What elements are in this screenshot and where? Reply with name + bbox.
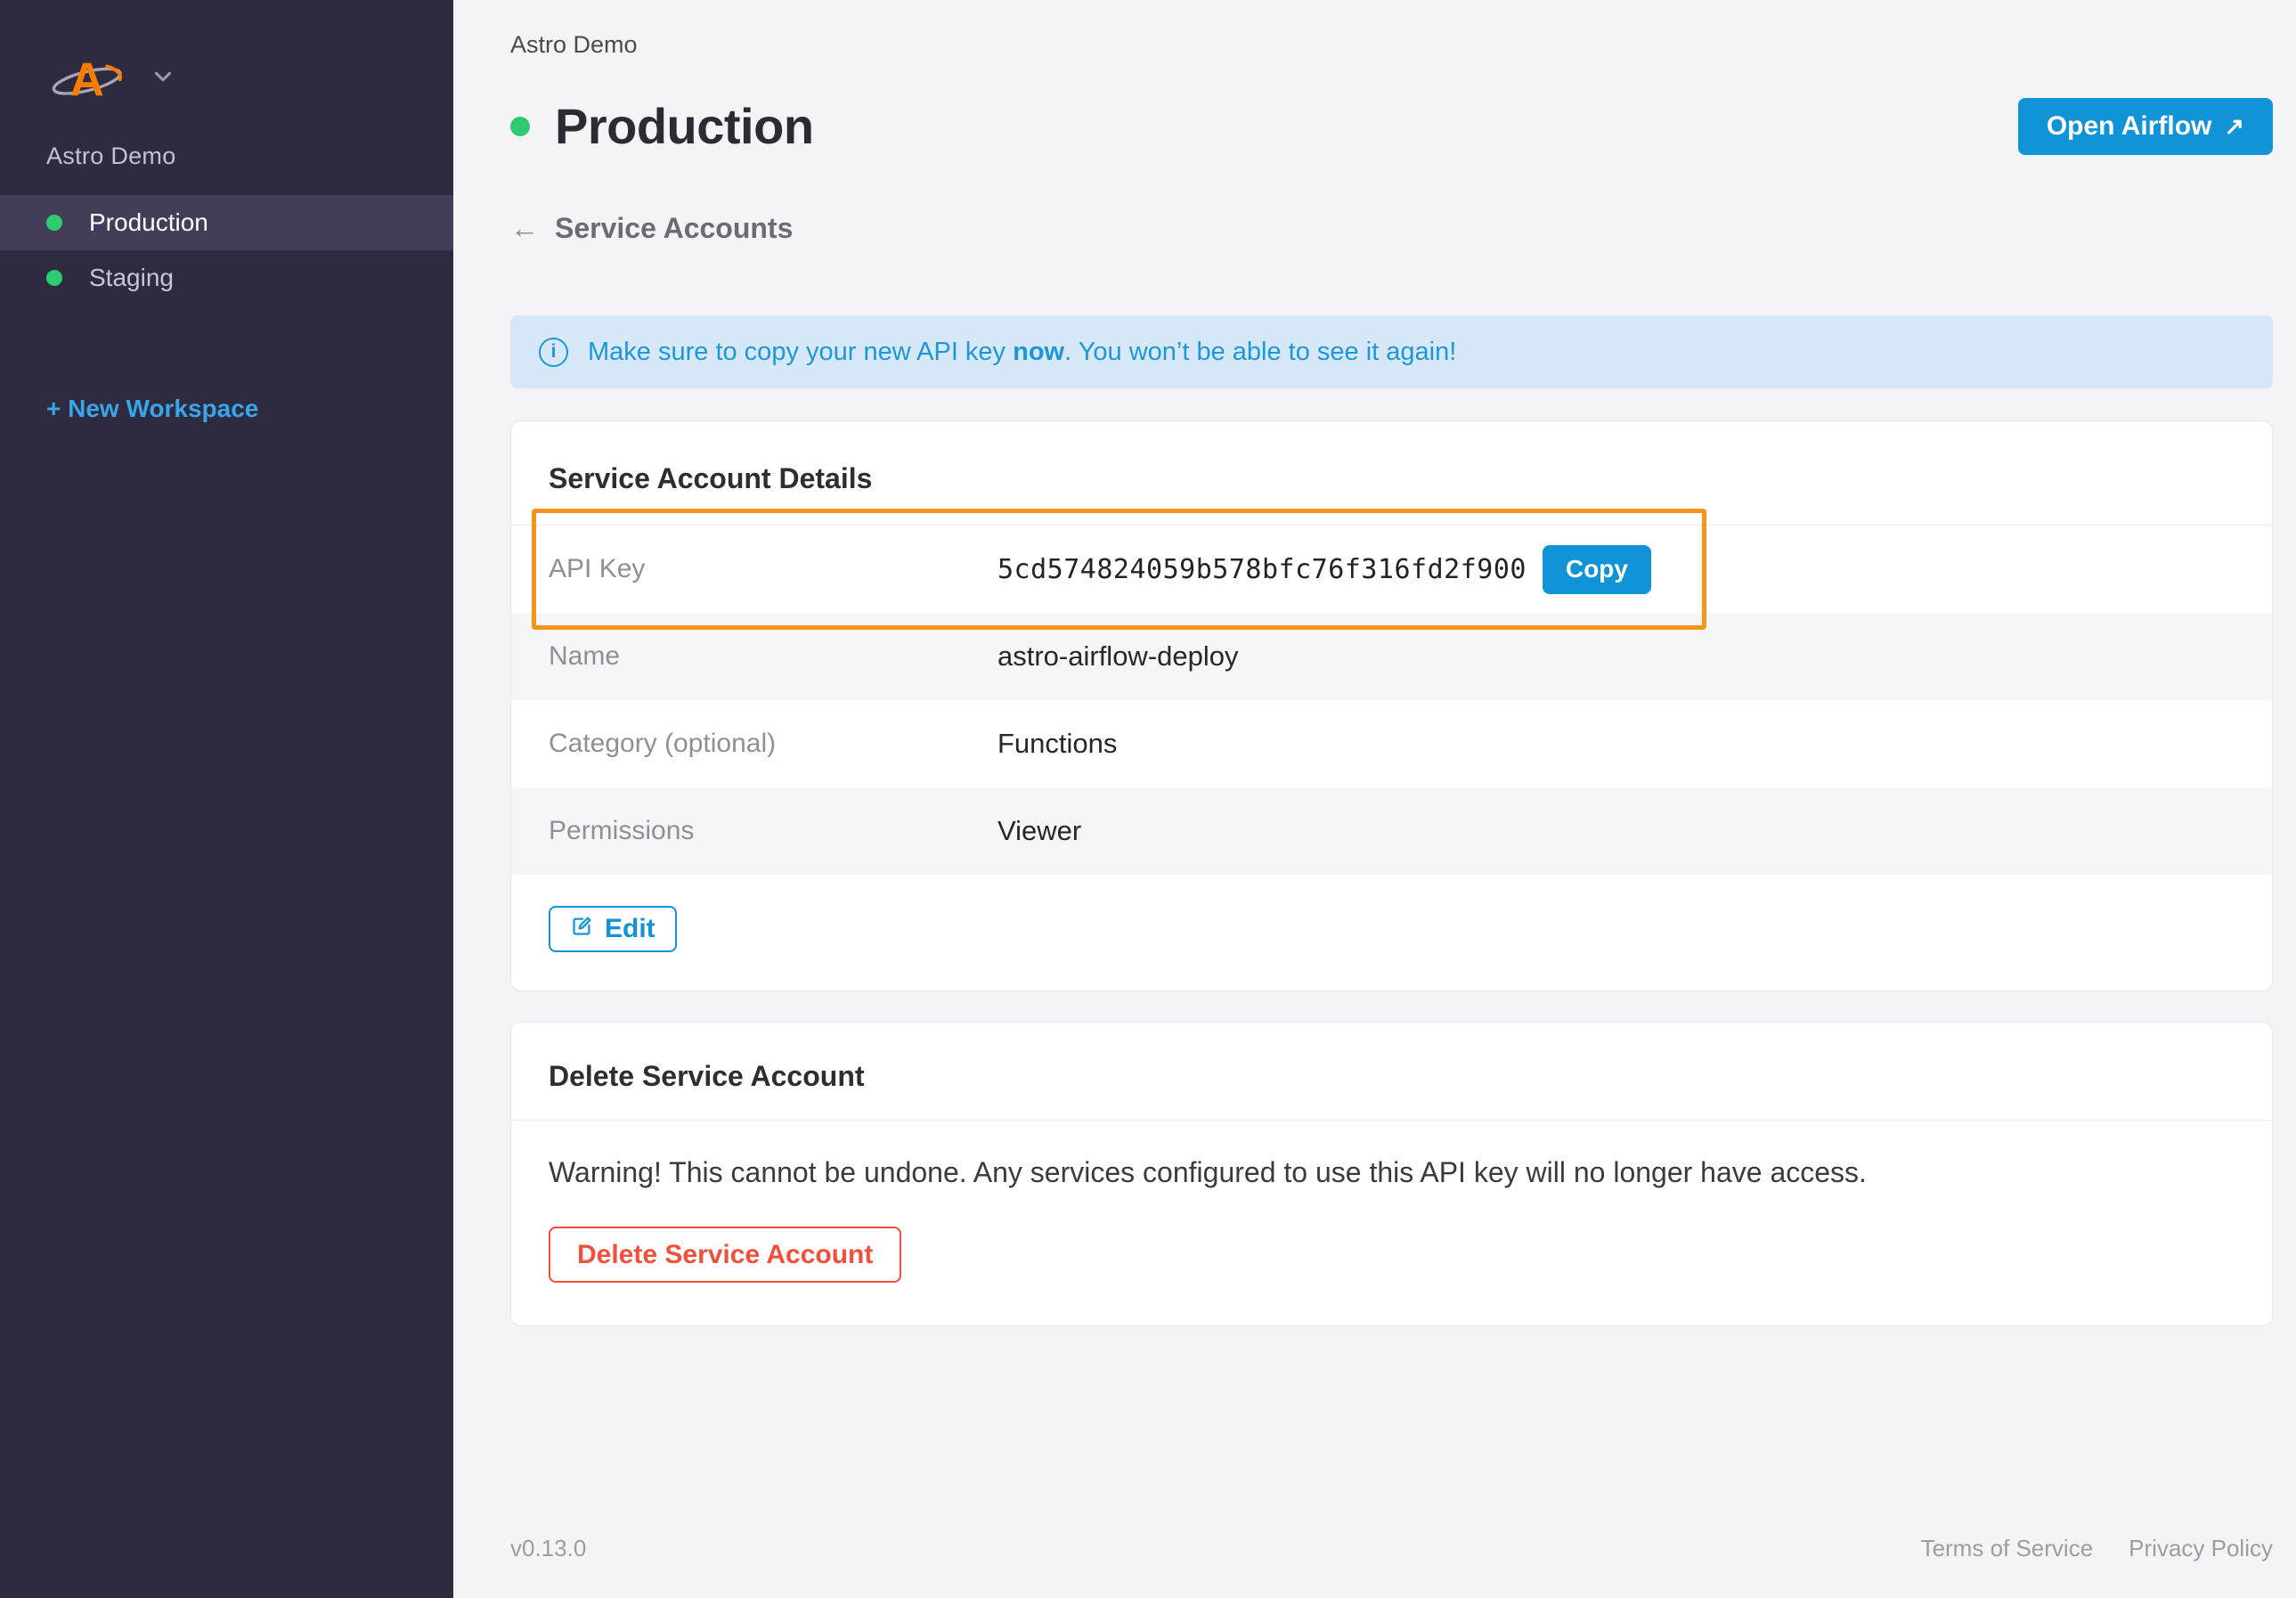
page-title: Production [555,98,814,154]
svg-text:A: A [70,53,104,106]
footer: v0.13.0 Terms of Service Privacy Policy [510,1535,2273,1562]
sidebar-workspace-name: Astro Demo [46,143,176,169]
divider [511,1120,2272,1121]
app-window: A Astro Demo Production Staging + New Wo… [0,0,2296,1598]
deployment-nav: Production Staging [0,195,453,306]
api-key-info-banner: i Make sure to copy your new API key now… [510,315,2273,388]
back-arrow-icon: ← [510,212,539,244]
terms-of-service-link[interactable]: Terms of Service [1921,1535,2094,1562]
workspace-label: Astro Demo [510,31,638,58]
status-dot-production [46,215,62,231]
open-airflow-button[interactable]: Open Airflow ↗ [2017,98,2273,155]
back-to-service-accounts[interactable]: ← Service Accounts [510,210,2273,246]
category-value: Functions [997,728,1118,759]
open-airflow-label: Open Airflow [2046,111,2212,141]
sidebar-item-production[interactable]: Production [0,195,453,250]
copy-button[interactable]: Copy [1542,544,1651,594]
detail-row-api-key: API Key 5cd574824059b578bfc76f316fd2f900… [511,509,2272,630]
external-link-icon: ↗ [2224,112,2244,140]
workspace-switcher[interactable]: A [0,39,453,114]
details-rows: API Key 5cd574824059b578bfc76f316fd2f900… [511,509,2272,875]
sidebar-item-label: Staging [89,264,174,291]
page-header: Production Open Airflow ↗ [510,96,2273,157]
delete-service-account-button[interactable]: Delete Service Account [549,1227,902,1283]
api-key-label: API Key [549,554,646,583]
detail-row-category: Category (optional) Functions [511,700,2272,787]
main-content: Astro Demo Production Open Airflow ↗ ← S… [453,0,2296,1598]
privacy-policy-link[interactable]: Privacy Policy [2129,1535,2273,1562]
delete-service-account-card: Delete Service Account Warning! This can… [510,1022,2273,1326]
astronomer-logo: A [50,45,126,109]
status-dot-staging [46,270,62,286]
edit-icon [570,914,594,945]
delete-warning-text: Warning! This cannot be undone. Any serv… [549,1156,1867,1188]
sidebar-item-staging[interactable]: Staging [0,250,453,306]
sidebar-item-label: Production [89,208,208,236]
details-card-title: Service Account Details [549,462,873,494]
permissions-value: Viewer [997,815,1082,846]
service-account-details-card: Service Account Details API Key 5cd57482… [510,420,2273,991]
detail-row-name: Name astro-airflow-deploy [511,613,2272,700]
back-label: Service Accounts [555,212,794,244]
info-icon: i [539,337,568,367]
edit-button[interactable]: Edit [549,906,677,952]
category-label: Category (optional) [549,729,777,758]
api-key-value: 5cd574824059b578bfc76f316fd2f900 [997,553,1527,585]
banner-text: Make sure to copy your new API key now. … [588,337,1457,366]
sidebar: A Astro Demo Production Staging + New Wo… [0,0,453,1598]
edit-label: Edit [605,914,655,943]
name-label: Name [549,641,621,671]
detail-row-permissions: Permissions Viewer [511,787,2272,875]
permissions-label: Permissions [549,816,695,845]
deployment-status-dot [510,117,530,136]
new-workspace-link[interactable]: + New Workspace [0,395,453,423]
delete-card-title: Delete Service Account [549,1060,865,1092]
chevron-down-icon[interactable] [150,63,176,90]
name-value: astro-airflow-deploy [997,640,1239,672]
version-label: v0.13.0 [510,1535,587,1561]
